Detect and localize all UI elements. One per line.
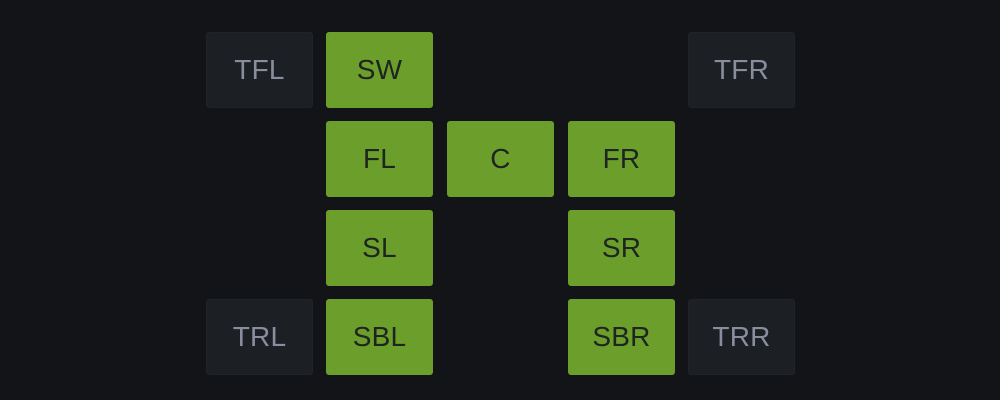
channel-trl-button[interactable]: TRL xyxy=(206,299,313,375)
channel-fr-label: FR xyxy=(602,143,641,174)
channel-trr-button[interactable]: TRR xyxy=(688,299,795,375)
channel-tfr-button[interactable]: TFR xyxy=(688,32,795,108)
channel-tfl-button[interactable]: TFL xyxy=(206,32,313,108)
channel-sr-label: SR xyxy=(601,232,642,263)
channel-tfl-label: TFL xyxy=(234,54,285,85)
channel-sbr-label: SBR xyxy=(592,321,651,352)
channel-tfr-label: TFR xyxy=(713,54,770,85)
channel-sbl-button[interactable]: SBL xyxy=(326,299,433,375)
channel-fl-button[interactable]: FL xyxy=(326,121,433,197)
channel-sbl-label: SBL xyxy=(352,321,407,352)
channel-sw-label: SW xyxy=(356,54,403,85)
channel-c-button[interactable]: C xyxy=(447,121,554,197)
channel-trl-label: TRL xyxy=(232,321,287,352)
channel-fl-label: FL xyxy=(362,143,397,174)
channel-sl-button[interactable]: SL xyxy=(326,210,433,286)
channel-trr-label: TRR xyxy=(712,321,771,352)
channel-fr-button[interactable]: FR xyxy=(568,121,675,197)
channel-c-label: C xyxy=(490,143,511,174)
channel-sl-label: SL xyxy=(362,232,397,263)
speaker-layout-grid: TFL SW TFR FL C FR SL SR TRL SBL SBR TRR xyxy=(0,0,1000,400)
channel-sbr-button[interactable]: SBR xyxy=(568,299,675,375)
channel-sw-button[interactable]: SW xyxy=(326,32,433,108)
channel-sr-button[interactable]: SR xyxy=(568,210,675,286)
